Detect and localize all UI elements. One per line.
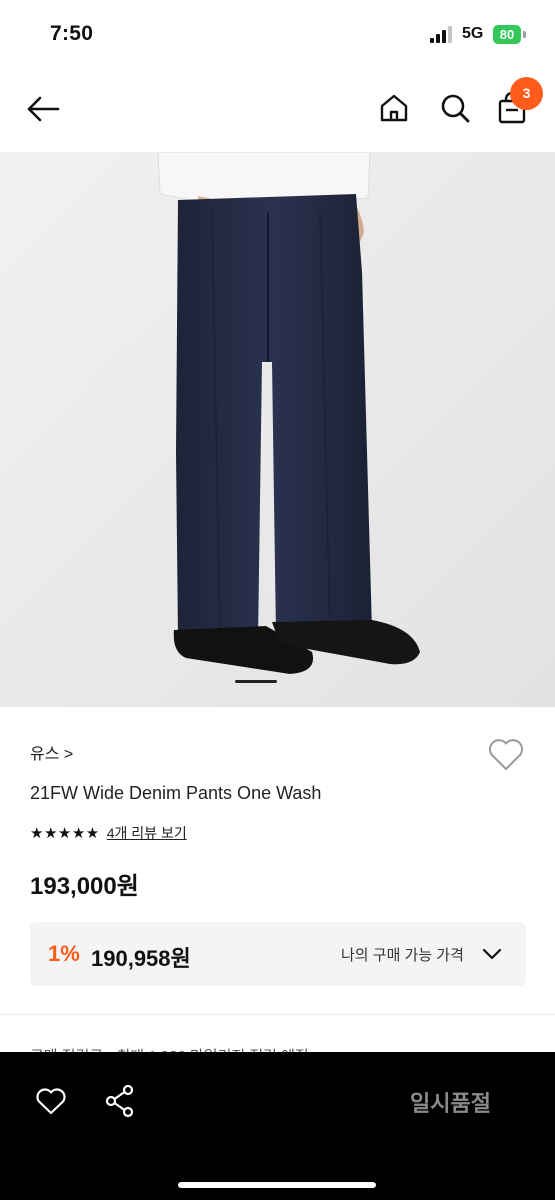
status-bar: 7:50 5G 80: [0, 0, 555, 70]
home-icon: [380, 94, 408, 122]
chevron-down-icon: [482, 948, 502, 960]
my-price-box[interactable]: 1% 190,958원 나의 구매 가능 가격: [30, 922, 526, 986]
brand-name: 유스: [30, 746, 60, 763]
product-photo: [0, 152, 555, 707]
product-price: 193,000원: [30, 873, 139, 900]
bottom-heart-icon[interactable]: [35, 1086, 67, 1116]
status-time: 7:50: [50, 22, 94, 45]
product-image[interactable]: [0, 152, 555, 707]
review-link[interactable]: 4개 리뷰 보기: [107, 823, 187, 843]
discount-rate: 1%: [48, 941, 80, 966]
home-button[interactable]: [372, 86, 416, 130]
search-button[interactable]: [433, 86, 477, 130]
rating-row: ★★★★★ 4개 리뷰 보기: [30, 823, 187, 843]
back-button[interactable]: [21, 87, 65, 131]
network-label: 5G: [462, 25, 484, 42]
image-pager-indicator: [235, 680, 277, 683]
back-arrow-icon: [27, 96, 60, 122]
cart-count-badge: 3: [510, 77, 543, 110]
brand-chevron-icon: >: [63, 746, 74, 763]
section-divider: [0, 1014, 555, 1015]
my-price-label: 나의 구매 가능 가격: [341, 947, 464, 964]
share-icon[interactable]: [104, 1084, 136, 1118]
sold-out-button[interactable]: 일시품절: [410, 1086, 491, 1118]
search-icon: [441, 94, 470, 123]
battery-icon: 80: [493, 25, 521, 44]
brand-link[interactable]: 유스 >: [30, 740, 73, 764]
rating-stars-icon: ★★★★★: [30, 825, 100, 842]
bottom-action-bar: [0, 1052, 555, 1200]
signal-icon: [430, 26, 452, 43]
battery-tip: [523, 31, 526, 38]
nav-bar: [0, 70, 555, 152]
home-indicator: [178, 1182, 376, 1188]
wishlist-heart-icon[interactable]: [486, 735, 526, 773]
product-title: 21FW Wide Denim Pants One Wash: [30, 783, 322, 803]
discounted-price: 190,958원: [91, 946, 191, 971]
